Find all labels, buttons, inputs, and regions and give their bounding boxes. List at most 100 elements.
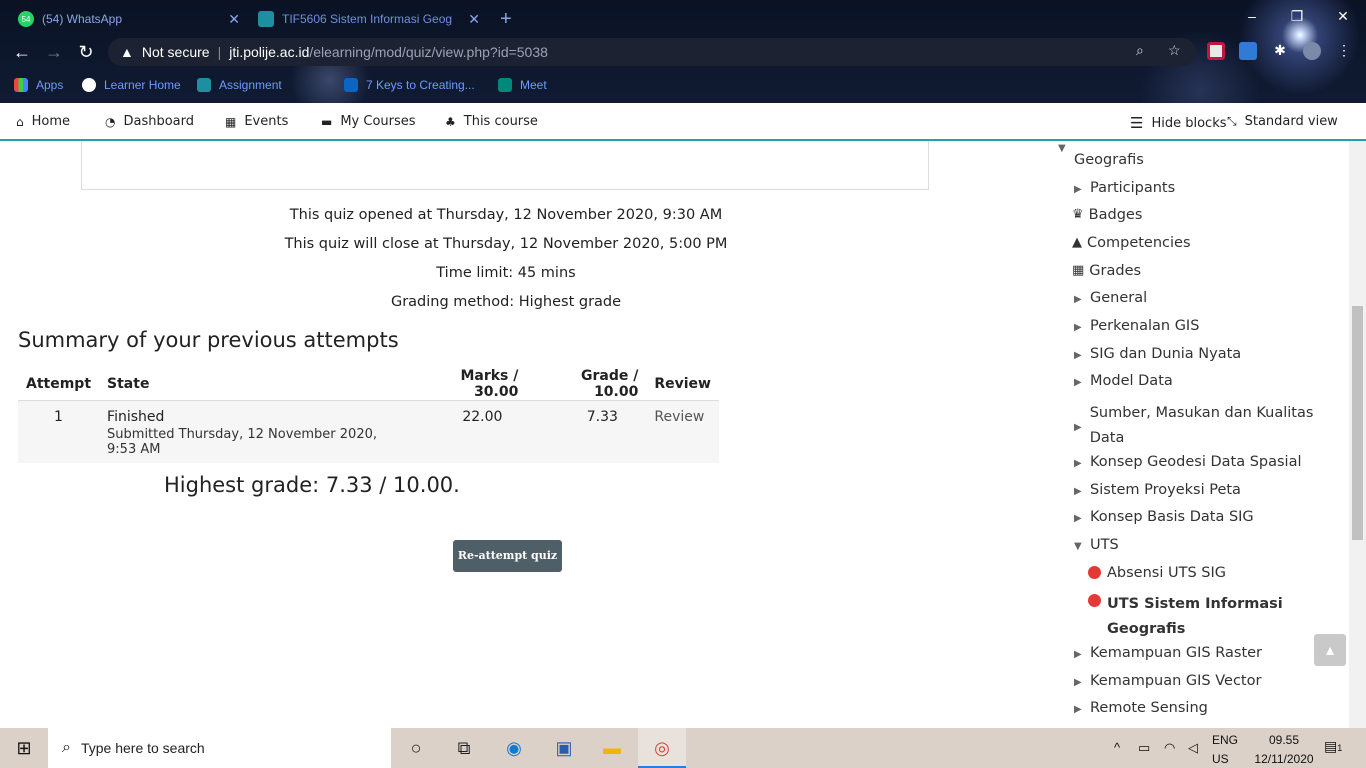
star-icon[interactable]: ☆ xyxy=(1168,42,1181,59)
new-tab-button[interactable]: + xyxy=(500,6,512,32)
show-hidden-icons[interactable]: ^ xyxy=(1114,740,1120,755)
sidebar-item-model-data[interactable]: ▶ Model Data xyxy=(1074,373,1173,389)
reload-icon[interactable]: ↻ xyxy=(72,40,100,64)
bookmark-learner-home[interactable]: Learner Home xyxy=(82,76,181,94)
url-path: /elearning/mod/quiz/view.php?id=5038 xyxy=(309,44,548,60)
sidebar-item-sig-dunia-nyata[interactable]: ▶ SIG dan Dunia Nyata xyxy=(1074,346,1241,362)
extension-icon[interactable] xyxy=(1207,42,1225,60)
globe-icon xyxy=(82,78,96,92)
sidebar-item-basis-data[interactable]: ▶ Konsep Basis Data SIG xyxy=(1074,509,1254,525)
calendar-icon: ▦ xyxy=(225,114,237,129)
zoom-icon[interactable]: ⌕ xyxy=(1136,42,1144,59)
table-row: 1 Finished Submitted Thursday, 12 Novemb… xyxy=(18,400,719,463)
forward-icon[interactable]: → xyxy=(40,40,68,64)
browser-chrome: 54 (54) WhatsApp ✕ TIF5606 Sistem Inform… xyxy=(0,0,1366,103)
task-view-icon[interactable]: ⧉ xyxy=(452,736,476,760)
language-indicator[interactable]: ENG US xyxy=(1212,733,1238,766)
close-tab-icon[interactable]: ✕ xyxy=(468,11,480,28)
trophy-icon: ♛ xyxy=(1072,207,1084,222)
chevron-right-icon: ▶ xyxy=(1074,677,1082,688)
sidebar-item-grades[interactable]: ▦ Grades xyxy=(1072,263,1141,279)
nav-events[interactable]: ▦ Events xyxy=(225,114,288,129)
sidebar-item-gis-vector[interactable]: ▶ Kemampuan GIS Vector xyxy=(1074,673,1261,689)
apps-grid-icon xyxy=(14,78,28,92)
nav-dashboard[interactable]: ◔ Dashboard xyxy=(105,114,194,129)
scrollbar-thumb[interactable] xyxy=(1352,306,1363,540)
edge-icon[interactable]: ◉ xyxy=(502,736,526,760)
volume-icon[interactable]: ◁ xyxy=(1188,740,1198,756)
chevron-down-icon[interactable]: ▼ xyxy=(1058,143,1066,154)
quiz-close-info: This quiz will close at Thursday, 12 Nov… xyxy=(284,236,728,252)
search-placeholder: Type here to search xyxy=(80,740,205,756)
sitemap-icon: ♣ xyxy=(445,114,456,129)
sidebar-item-participants[interactable]: ▶ Participants xyxy=(1074,180,1175,196)
back-to-top-button[interactable]: ▲ xyxy=(1314,634,1346,666)
chevron-right-icon: ▶ xyxy=(1074,649,1082,660)
tab-title: TIF5606 Sistem Informasi Geografis xyxy=(282,12,452,26)
more-menu-icon[interactable]: ⋮ xyxy=(1335,42,1353,60)
sidebar-item-proyeksi-peta[interactable]: ▶ Sistem Proyeksi Peta xyxy=(1074,482,1241,498)
maximize-button[interactable]: ❐ xyxy=(1274,4,1320,28)
attendance-icon xyxy=(1088,566,1101,579)
nav-my-courses[interactable]: ▬ My Courses xyxy=(321,114,416,129)
chevron-down-icon: ▼ xyxy=(1074,541,1082,552)
sidebar-item-absensi-uts[interactable]: Absensi UTS SIG xyxy=(1088,565,1226,581)
sidebar-course-title[interactable]: Geografis xyxy=(1074,152,1144,168)
attempt-state: Finished Submitted Thursday, 12 November… xyxy=(99,400,407,463)
avatar[interactable] xyxy=(1303,42,1321,60)
submitted-text: Submitted Thursday, 12 November 2020, 9:… xyxy=(107,427,377,457)
address-bar[interactable]: ▲ Not secure | jti.polije.ac.id /elearni… xyxy=(108,38,1196,66)
attempt-grade: 7.33 xyxy=(526,400,647,463)
standard-view-button[interactable]: ⤡ Standard view xyxy=(1227,114,1338,129)
close-window-button[interactable]: ✕ xyxy=(1320,4,1366,28)
close-tab-icon[interactable]: ✕ xyxy=(228,11,240,28)
tab-whatsapp[interactable]: 54 (54) WhatsApp ✕ xyxy=(18,6,240,32)
clock[interactable]: 09.55 12/11/2020 xyxy=(1248,733,1320,766)
chevron-right-icon: ▶ xyxy=(1074,422,1082,433)
compress-icon: ⤡ xyxy=(1227,114,1237,128)
chevron-right-icon: ▶ xyxy=(1074,322,1082,333)
windows-start-icon[interactable]: ⊞ xyxy=(12,736,36,760)
quiz-intro-box xyxy=(81,141,929,190)
chevron-right-icon: ▶ xyxy=(1074,350,1082,361)
moodle-icon xyxy=(197,78,211,92)
col-marks: Marks / 30.00 xyxy=(406,368,527,401)
sidebar-item-uts[interactable]: ▼ UTS xyxy=(1074,537,1119,553)
attempt-number: 1 xyxy=(18,400,100,463)
accessibility-extension-icon[interactable] xyxy=(1239,42,1257,60)
nav-home[interactable]: ⌂ Home xyxy=(16,114,70,129)
chrome-taskbar-icon[interactable]: ◎ xyxy=(638,728,686,768)
bookmark-linkedin[interactable]: 7 Keys to Creating... xyxy=(344,76,475,94)
minimize-button[interactable]: – xyxy=(1229,4,1275,28)
wifi-icon[interactable]: ◠ xyxy=(1164,740,1175,756)
reattempt-quiz-button[interactable]: Re-attempt quiz xyxy=(453,540,562,572)
sidebar-item-gis-raster[interactable]: ▶ Kemampuan GIS Raster xyxy=(1074,645,1262,661)
quiz-icon xyxy=(1088,594,1101,607)
cortana-icon[interactable]: ○ xyxy=(404,736,428,760)
hide-blocks-button[interactable]: ☰ Hide blocks xyxy=(1130,114,1227,132)
chevron-right-icon: ▶ xyxy=(1074,704,1082,715)
bookmark-apps[interactable]: Apps xyxy=(14,76,63,94)
sidebar-item-general[interactable]: ▶ General xyxy=(1074,290,1147,306)
network-app-icon[interactable]: ▣ xyxy=(552,736,576,760)
file-explorer-icon[interactable]: ▬ xyxy=(600,736,624,760)
sidebar-item-remote-sensing[interactable]: ▶ Remote Sensing xyxy=(1074,700,1208,716)
sidebar-item-geodesi[interactable]: ▶ Konsep Geodesi Data Spasial xyxy=(1074,454,1302,470)
bookmark-meet[interactable]: Meet xyxy=(498,76,547,94)
battery-icon[interactable]: ▭ xyxy=(1138,740,1150,756)
security-label: Not secure xyxy=(141,44,210,60)
sidebar-item-sumber-data[interactable]: ▶ Sumber, Masukan dan Kualitas Data xyxy=(1074,401,1314,451)
bookmark-assignment[interactable]: Assignment xyxy=(197,76,282,94)
sidebar-item-perkenalan-gis[interactable]: ▶ Perkenalan GIS xyxy=(1074,318,1199,334)
review-link[interactable]: Review xyxy=(646,400,719,463)
competencies-icon: ▲ xyxy=(1072,235,1082,250)
nav-this-course[interactable]: ♣ This course xyxy=(445,114,538,129)
taskbar-search[interactable]: ⌕ Type here to search xyxy=(48,728,391,768)
sidebar-item-badges[interactable]: ♛ Badges xyxy=(1072,207,1142,223)
notification-icon[interactable]: ▤1 xyxy=(1324,738,1342,755)
tab-tif5606[interactable]: TIF5606 Sistem Informasi Geografis ✕ xyxy=(258,6,480,32)
puzzle-icon[interactable]: ✱ xyxy=(1271,42,1289,60)
sidebar-item-uts-quiz[interactable]: UTS Sistem Informasi Geografis xyxy=(1088,592,1288,642)
back-icon[interactable]: ← xyxy=(8,40,36,64)
sidebar-item-competencies[interactable]: ▲ Competencies xyxy=(1072,235,1191,251)
